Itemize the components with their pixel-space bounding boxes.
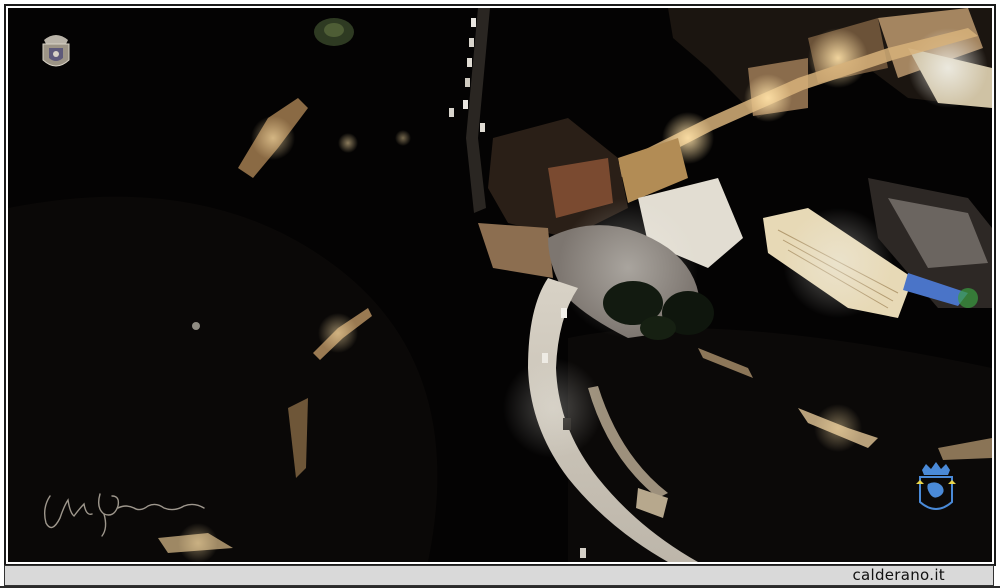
piazza-tree xyxy=(640,316,676,340)
coat-of-arms-emblem xyxy=(42,35,70,67)
road-glow xyxy=(503,358,603,458)
light-glow xyxy=(318,313,358,353)
light-glow xyxy=(338,133,358,153)
tree-canopy-highlight xyxy=(324,23,344,37)
aerial-night-photo xyxy=(8,8,992,562)
light-glow xyxy=(251,116,295,160)
light-glow xyxy=(395,130,411,146)
caption-bar: calderano.it xyxy=(4,565,994,586)
light-glow xyxy=(744,74,792,122)
page-frame: calderano.it xyxy=(0,0,1000,588)
green-light xyxy=(958,288,978,308)
photo-illustration xyxy=(8,8,992,562)
light-glow xyxy=(178,523,218,562)
site-caption: calderano.it xyxy=(852,566,945,584)
light-dot xyxy=(192,322,200,330)
light-glow xyxy=(814,404,862,452)
